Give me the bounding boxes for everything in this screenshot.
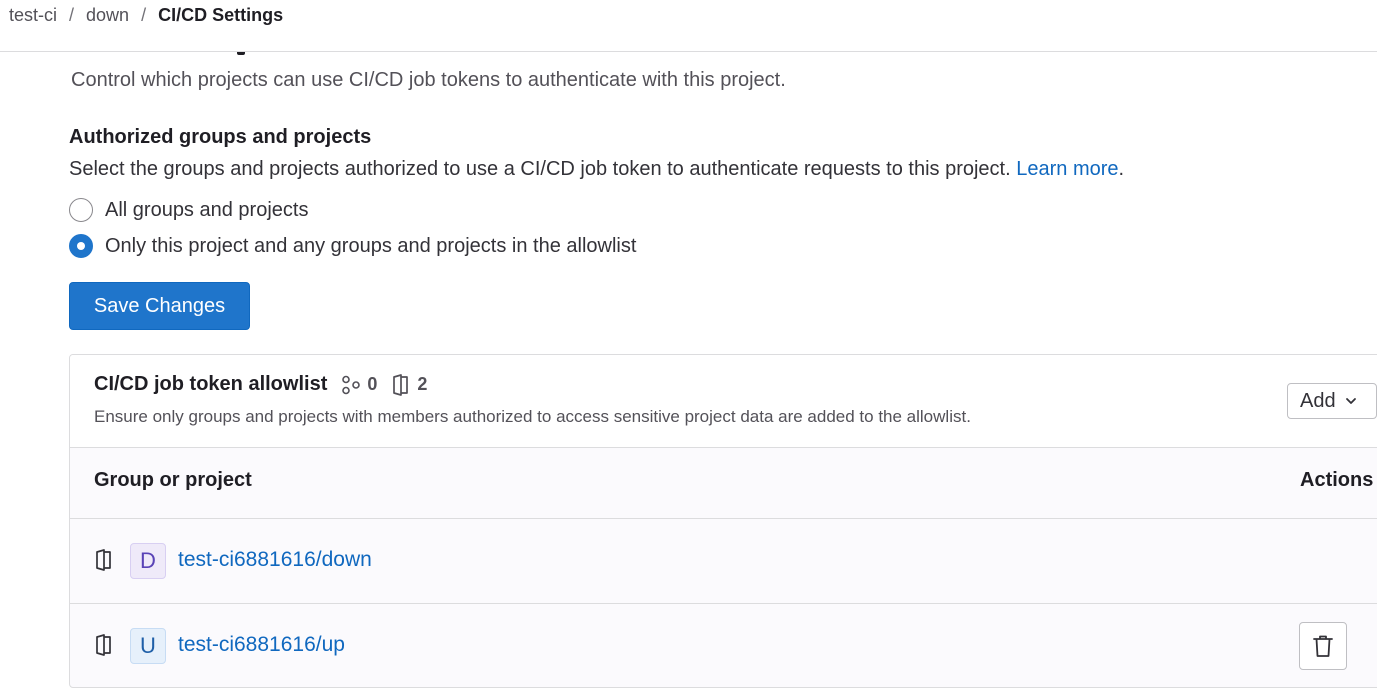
breadcrumb-item-down[interactable]: down — [86, 5, 129, 26]
group-count: 0 — [341, 374, 377, 395]
table-row: U test-ci6881616/up — [70, 604, 1377, 687]
add-dropdown-button[interactable]: Add — [1287, 383, 1377, 419]
project-count: 2 — [391, 373, 428, 396]
breadcrumb-separator: / — [69, 5, 75, 25]
project-link-down[interactable]: test-ci6881616/down — [178, 548, 372, 572]
column-header-actions: Actions — [1300, 469, 1374, 491]
breadcrumb-separator: / — [141, 5, 147, 25]
radio-button-checked[interactable] — [69, 234, 93, 258]
avatar: U — [130, 628, 166, 664]
authorized-description-period: . — [1118, 158, 1125, 180]
allowlist-title-row: CI/CD job token allowlist 0 2 — [94, 373, 427, 396]
project-icon — [96, 634, 111, 656]
learn-more-link[interactable]: Learn more — [1016, 158, 1118, 180]
radio-option-allowlist[interactable]: Only this project and any groups and pro… — [69, 233, 636, 259]
remove-button[interactable] — [1299, 622, 1347, 670]
authorized-description-text: Select the groups and projects authorize… — [69, 158, 1011, 180]
allowlist-card-header: CI/CD job token allowlist 0 2 Ensure onl… — [70, 355, 1377, 448]
allowlist-table-header: Group or project Actions — [70, 448, 1377, 519]
column-header-group-or-project: Group or project — [94, 469, 252, 491]
project-count-value: 2 — [417, 374, 428, 394]
avatar: D — [130, 543, 166, 579]
section-description: Control which projects can use CI/CD job… — [71, 69, 786, 91]
group-icon — [342, 375, 361, 394]
add-label: Add — [1300, 389, 1336, 412]
radio-label-allowlist: Only this project and any groups and pro… — [105, 234, 637, 257]
table-row: D test-ci6881616/down — [70, 519, 1377, 604]
group-count-value: 0 — [367, 374, 378, 394]
allowlist-card: CI/CD job token allowlist 0 2 Ensure onl… — [69, 354, 1377, 688]
project-icon — [96, 549, 111, 571]
allowlist-description: Ensure only groups and projects with mem… — [94, 407, 971, 426]
breadcrumb: test-ci / down / CI/CD Settings — [0, 0, 1377, 52]
trash-icon — [1313, 635, 1333, 657]
save-changes-button[interactable]: Save Changes — [69, 282, 250, 330]
project-icon — [393, 373, 409, 396]
radio-button-unchecked[interactable] — [69, 198, 93, 222]
allowlist-title: CI/CD job token allowlist — [94, 373, 328, 395]
radio-option-all[interactable]: All groups and projects — [69, 197, 308, 223]
authorized-description: Select the groups and projects authorize… — [69, 158, 1124, 181]
chevron-down-icon — [1345, 398, 1356, 404]
radio-label-all: All groups and projects — [105, 198, 309, 221]
breadcrumb-current: CI/CD Settings — [158, 5, 284, 25]
breadcrumb-item-test-ci[interactable]: test-ci — [9, 5, 57, 26]
project-link-up[interactable]: test-ci6881616/up — [178, 633, 345, 657]
authorized-title: Authorized groups and projects — [69, 126, 372, 148]
